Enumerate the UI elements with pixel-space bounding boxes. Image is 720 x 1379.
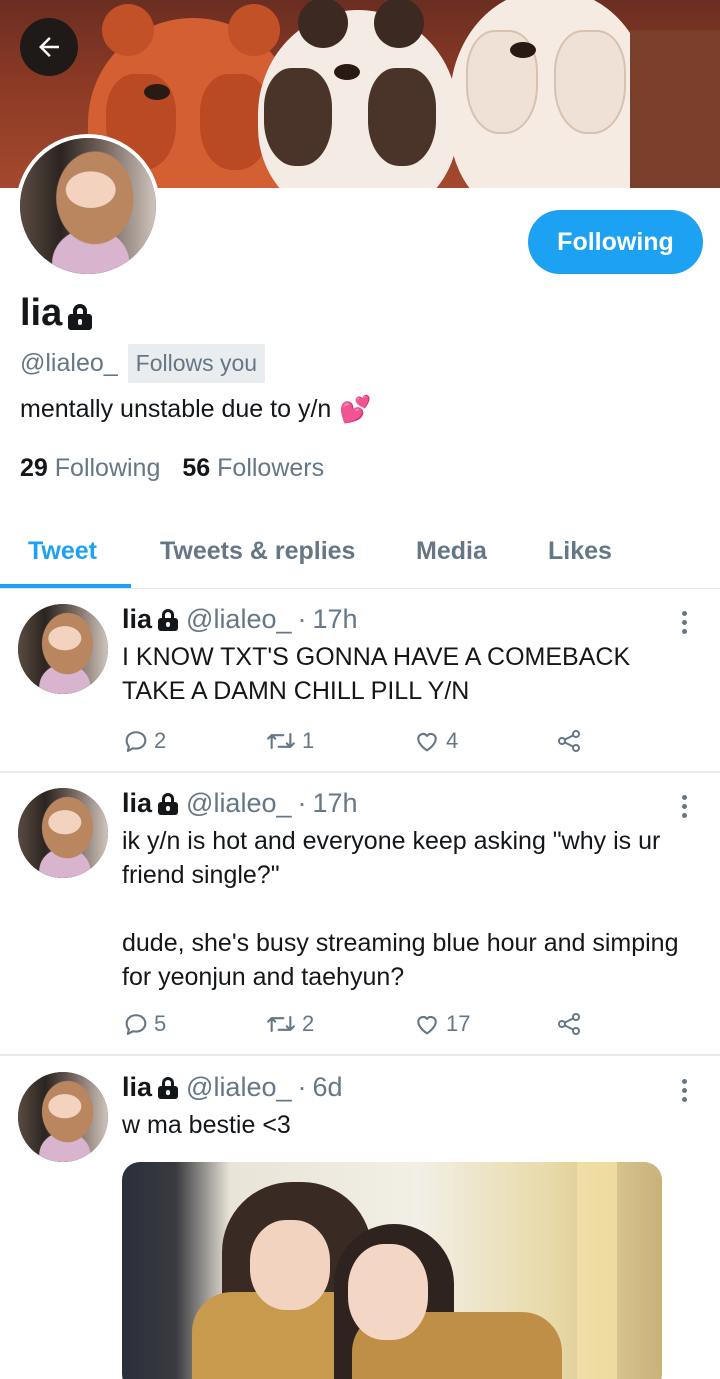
tweet-author-name: lia	[122, 604, 153, 634]
like-button[interactable]: 4	[412, 727, 458, 755]
retweet-button[interactable]: 1	[264, 727, 314, 755]
tab-tweet[interactable]: Tweet	[28, 512, 97, 590]
tweet-media-photo[interactable]	[122, 1162, 662, 1379]
followers-stat[interactable]: 56 Followers	[182, 454, 324, 483]
more-vertical-icon[interactable]	[672, 607, 696, 637]
like-count: 4	[446, 728, 459, 753]
tweet-header: lia @lialeo_ · 6d	[122, 1072, 343, 1103]
bio-text: mentally unstable due to y/n	[20, 395, 332, 423]
tweet-text: I KNOW TXT'S GONNA HAVE A COMEBACK TAKE …	[122, 643, 631, 705]
profile-name: lia	[20, 292, 63, 334]
retweet-icon	[267, 732, 295, 750]
lock-icon	[158, 608, 179, 631]
tweet-author-name: lia	[122, 1072, 153, 1102]
handle-row: @lialeo_ Follows you	[20, 344, 266, 383]
tab-media[interactable]: Media	[416, 512, 487, 590]
tab-likes[interactable]: Likes	[548, 512, 612, 590]
lock-icon	[158, 1076, 179, 1099]
profile-avatar[interactable]	[16, 134, 160, 278]
followers-label: Followers	[217, 454, 325, 482]
separator-dot: ·	[297, 788, 307, 818]
tab-divider	[0, 588, 720, 589]
follow-stats: 29 Following 56 Followers	[20, 454, 324, 483]
separator-dot: ·	[297, 1072, 307, 1102]
share-button[interactable]	[554, 727, 584, 755]
ice-bear-illustration	[450, 0, 650, 188]
arrow-left-icon	[39, 37, 59, 57]
tweet-actions: 5 2 17	[122, 1010, 602, 1044]
tweet-avatar[interactable]	[18, 788, 108, 878]
more-vertical-icon[interactable]	[672, 791, 696, 821]
tab-tweets-and-replies[interactable]: Tweets & replies	[160, 512, 355, 590]
retweet-count: 1	[302, 728, 315, 753]
heart-icon	[417, 732, 437, 752]
tweet-divider	[0, 1054, 720, 1056]
tweet-avatar[interactable]	[18, 1072, 108, 1162]
profile-bio: mentally unstable due to y/n 💕	[20, 394, 372, 425]
share-icon	[557, 729, 581, 753]
retweet-count: 2	[302, 1011, 315, 1036]
back-button[interactable]	[20, 18, 78, 76]
retweet-icon	[267, 1015, 295, 1033]
tweet-timestamp: 17h	[312, 604, 358, 634]
lock-icon	[68, 303, 93, 330]
heart-icon	[417, 1015, 437, 1035]
tweet-text: w ma bestie <3	[122, 1111, 291, 1139]
tweet-header: lia @lialeo_ · 17h	[122, 788, 358, 819]
separator-dot: ·	[297, 604, 307, 634]
following-button[interactable]: Following	[528, 210, 703, 274]
following-stat[interactable]: 29 Following	[20, 454, 160, 483]
following-count: 29	[20, 454, 48, 482]
panda-bear-illustration	[258, 0, 458, 188]
profile-handle: @lialeo_	[20, 349, 118, 377]
tweet-actions: 2 1 4	[122, 727, 602, 761]
like-button[interactable]: 17	[412, 1010, 470, 1038]
followers-count: 56	[182, 454, 211, 482]
follows-you-badge: Follows you	[127, 344, 266, 383]
reply-icon	[125, 1014, 147, 1035]
share-icon	[557, 1012, 581, 1036]
following-label: Following	[54, 454, 161, 482]
tweet-timestamp: 17h	[312, 788, 358, 818]
reply-icon	[125, 731, 147, 752]
tweet-author-handle: @lialeo_	[186, 1072, 292, 1102]
retweet-button[interactable]: 2	[264, 1010, 314, 1038]
tweet-author-handle: @lialeo_	[186, 604, 292, 634]
profile-tabs: Tweet Tweets & replies Media Likes	[0, 512, 720, 590]
display-name: lia	[20, 292, 93, 335]
tweet-author-name: lia	[122, 788, 153, 818]
reply-button[interactable]: 5	[122, 1010, 166, 1038]
tweet-author-handle: @lialeo_	[186, 788, 292, 818]
more-vertical-icon[interactable]	[672, 1075, 696, 1105]
tweet-header: lia @lialeo_ · 17h	[122, 604, 358, 635]
tweet-avatar[interactable]	[18, 604, 108, 694]
reply-button[interactable]: 2	[122, 727, 166, 755]
reply-count: 2	[154, 728, 167, 753]
tweet-text: ik y/n is hot and everyone keep asking "…	[122, 827, 679, 991]
share-button[interactable]	[554, 1010, 584, 1038]
lock-icon	[158, 792, 179, 815]
banner-background-shelf	[630, 30, 720, 188]
reply-count: 5	[154, 1011, 167, 1036]
like-count: 17	[446, 1011, 471, 1036]
tweet-divider	[0, 771, 720, 773]
two-hearts-icon: 💕	[339, 394, 372, 424]
tweet-timestamp: 6d	[312, 1072, 343, 1102]
